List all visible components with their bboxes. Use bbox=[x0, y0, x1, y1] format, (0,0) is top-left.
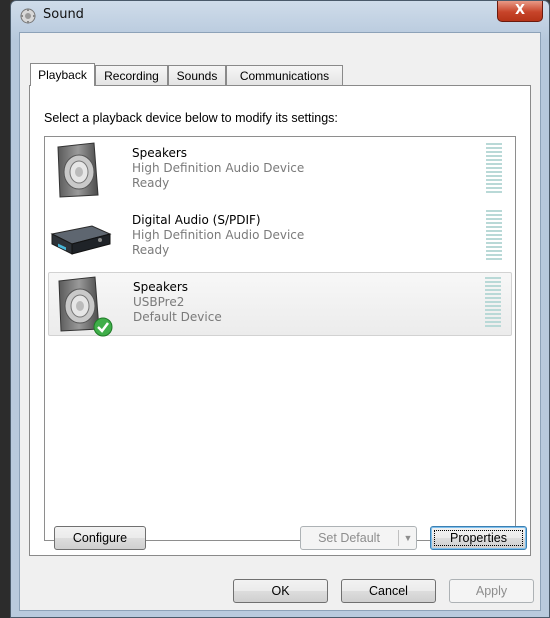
device-name: Digital Audio (S/PDIF) bbox=[132, 213, 261, 227]
device-driver: High Definition Audio Device bbox=[132, 228, 305, 242]
tab-recording[interactable]: Recording bbox=[95, 65, 168, 85]
tab-sounds[interactable]: Sounds bbox=[168, 65, 226, 85]
apply-button[interactable]: Apply bbox=[449, 579, 534, 603]
device-item-speakers-usbpre2[interactable]: Speakers USBPre2 Default Device bbox=[48, 272, 512, 337]
tab-communications[interactable]: Communications bbox=[226, 65, 343, 85]
window-title: Sound bbox=[43, 7, 84, 22]
device-list[interactable]: Speakers High Definition Audio Device Re… bbox=[44, 136, 516, 541]
dialog-client: Playback Recording Sounds Communications… bbox=[19, 32, 541, 611]
device-name: Speakers bbox=[132, 146, 188, 160]
chevron-down-icon[interactable]: ▼ bbox=[400, 527, 416, 549]
focus-rect bbox=[434, 530, 523, 546]
default-check-icon bbox=[93, 317, 113, 337]
device-item-speakers-hd[interactable]: Speakers High Definition Audio Device Re… bbox=[48, 139, 512, 203]
set-default-button[interactable]: Set Default ▼ bbox=[300, 526, 417, 550]
device-driver: USBPre2 bbox=[133, 295, 185, 309]
configure-button[interactable]: Configure bbox=[54, 526, 146, 550]
device-item-digital-audio[interactable]: Digital Audio (S/PDIF) High Definition A… bbox=[48, 206, 512, 270]
background-edge bbox=[0, 0, 10, 618]
sound-app-icon bbox=[20, 8, 36, 24]
split-divider bbox=[398, 530, 399, 546]
sound-dialog: Sound X Playback Recording Sounds Commun… bbox=[10, 0, 550, 618]
tab-playback[interactable]: Playback bbox=[30, 63, 95, 86]
digital-receiver-icon bbox=[50, 225, 112, 255]
device-text: Speakers USBPre2 Default Device bbox=[133, 280, 222, 325]
volume-meter bbox=[486, 143, 502, 195]
close-button[interactable]: X bbox=[497, 1, 543, 22]
volume-meter bbox=[485, 277, 501, 329]
close-icon: X bbox=[514, 3, 526, 18]
device-status: Ready bbox=[132, 243, 170, 257]
set-default-label: Set Default bbox=[318, 531, 380, 545]
device-status: Default Device bbox=[133, 310, 222, 324]
volume-meter bbox=[486, 210, 502, 262]
instruction-text: Select a playback device below to modify… bbox=[44, 111, 338, 125]
device-text: Speakers High Definition Audio Device Re… bbox=[132, 146, 304, 191]
title-bar[interactable]: Sound X bbox=[11, 1, 549, 31]
device-driver: High Definition Audio Device bbox=[132, 161, 305, 175]
device-text: Digital Audio (S/PDIF) High Definition A… bbox=[132, 213, 304, 258]
speaker-icon bbox=[57, 142, 99, 198]
cancel-button[interactable]: Cancel bbox=[341, 579, 436, 603]
properties-button[interactable]: Properties bbox=[430, 526, 527, 550]
ok-button[interactable]: OK bbox=[233, 579, 328, 603]
device-status: Ready bbox=[132, 176, 170, 190]
device-name: Speakers bbox=[133, 280, 189, 294]
playback-panel: Select a playback device below to modify… bbox=[29, 85, 531, 556]
